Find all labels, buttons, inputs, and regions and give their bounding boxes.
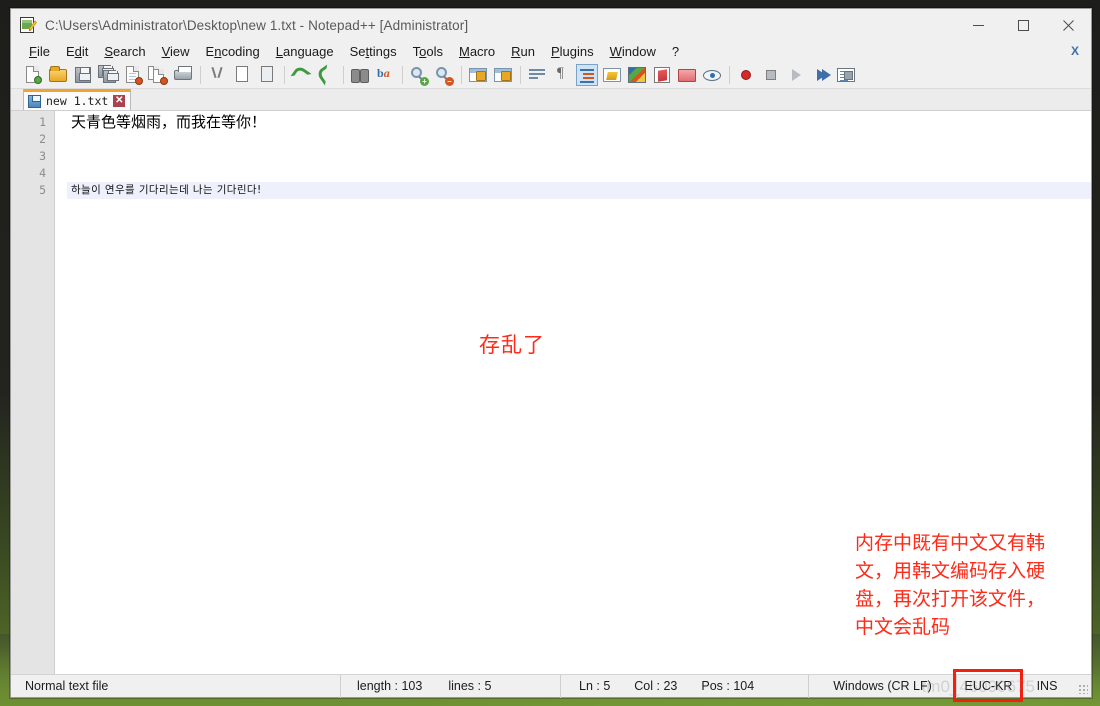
toolbar-separator	[343, 66, 344, 84]
line-number: 2	[39, 132, 46, 146]
status-insert-mode[interactable]: INS	[1021, 675, 1073, 698]
window-controls	[956, 9, 1091, 41]
record-macro-icon[interactable]	[735, 64, 757, 86]
new-file-icon[interactable]	[22, 64, 44, 86]
editor-line-5-current[interactable]: 하늘이 연우를 기다리는데 나는 기다린다!	[67, 182, 1091, 199]
sync-horizontal-scroll-icon[interactable]	[492, 64, 514, 86]
line-number: 5	[39, 183, 46, 197]
stop-macro-icon[interactable]	[760, 64, 782, 86]
function-list-icon[interactable]	[626, 64, 648, 86]
toolbar-separator	[402, 66, 403, 84]
menu-item-settings[interactable]: Settings	[342, 41, 405, 62]
document-monitor-icon[interactable]	[701, 64, 723, 86]
status-metrics: length : 103 lines : 5	[341, 674, 561, 698]
fold-margin[interactable]	[55, 111, 67, 674]
folder-as-workspace-icon[interactable]	[676, 64, 698, 86]
minimize-icon[interactable]	[956, 9, 1001, 41]
redo-icon[interactable]	[315, 64, 337, 86]
toolbar-separator	[520, 66, 521, 84]
status-encoding-label: EUC-KR	[964, 679, 1013, 693]
menu-item-plugins[interactable]: Plugins	[543, 41, 602, 62]
menu-item-edit[interactable]: Edit	[58, 41, 96, 62]
editor-line-3[interactable]	[67, 148, 1091, 165]
status-ln: Ln : 5	[579, 679, 611, 693]
undo-icon[interactable]	[290, 64, 312, 86]
copy-icon[interactable]	[231, 64, 253, 86]
close-all-files-icon[interactable]	[147, 64, 169, 86]
annotation-explanation: 内存中既有中文又有韩文，用韩文编码存入硬盘，再次打开该文件，中文会乱码	[855, 532, 1046, 638]
close-file-icon[interactable]	[122, 64, 144, 86]
menu-item-run[interactable]: Run	[503, 41, 543, 62]
tab-label: new 1.txt	[46, 94, 109, 108]
menu-item-tools[interactable]: Tools	[405, 41, 451, 62]
maximize-icon[interactable]	[1001, 9, 1046, 41]
line-number: 1	[39, 115, 46, 129]
play-macro-icon[interactable]	[785, 64, 807, 86]
toolbar-separator	[284, 66, 285, 84]
toolbar-separator	[200, 66, 201, 84]
sync-vertical-scroll-icon[interactable]	[467, 64, 489, 86]
menu-item-search[interactable]: Search	[96, 41, 153, 62]
open-file-icon[interactable]	[47, 64, 69, 86]
close-document-icon[interactable]: X	[1067, 43, 1083, 59]
status-encoding[interactable]: EUC-KR	[953, 668, 1023, 702]
status-length: length : 103	[357, 679, 423, 693]
status-caret-position: Ln : 5 Col : 23 Pos : 104	[561, 674, 809, 698]
word-wrap-icon[interactable]	[526, 64, 548, 86]
notepad-plus-plus-window: C:\Users\Administrator\Desktop\new 1.txt…	[10, 8, 1092, 702]
save-icon[interactable]	[72, 64, 94, 86]
run-macro-multiple-icon[interactable]	[810, 64, 832, 86]
window-title: C:\Users\Administrator\Desktop\new 1.txt…	[45, 17, 469, 33]
tab-close-icon[interactable]: ✕	[113, 95, 126, 107]
find-icon[interactable]	[349, 64, 371, 86]
toolbar-separator	[729, 66, 730, 84]
status-lines: lines : 5	[448, 679, 492, 693]
zoom-in-icon[interactable]: +	[408, 64, 430, 86]
save-macro-icon[interactable]	[835, 64, 857, 86]
close-icon[interactable]	[1046, 9, 1091, 41]
save-all-icon[interactable]	[97, 64, 119, 86]
indent-guide-icon[interactable]	[576, 64, 598, 86]
menu-item-help[interactable]: ?	[664, 41, 687, 62]
menu-item-encoding[interactable]: Encoding	[198, 41, 268, 62]
tab-bar: new 1.txt ✕	[11, 89, 1091, 111]
line-number-gutter: 1 2 3 4 5	[11, 111, 55, 674]
toolbar: ba + – ¶	[11, 62, 1091, 89]
tab-new-1-txt[interactable]: new 1.txt ✕	[23, 89, 132, 110]
document-map-icon[interactable]	[651, 64, 673, 86]
status-pos: Pos : 104	[701, 679, 755, 693]
line-number: 3	[39, 149, 46, 163]
paste-icon[interactable]	[256, 64, 278, 86]
menu-item-view[interactable]: View	[154, 41, 198, 62]
editor-line-2[interactable]	[67, 131, 1091, 148]
editor-line-4[interactable]	[67, 165, 1091, 182]
status-col: Col : 23	[634, 679, 678, 693]
print-icon[interactable]	[172, 64, 194, 86]
editor-area[interactable]: 1 2 3 4 5 天青色等烟雨，而我在等你！ 하늘이 연우를 기다리는데 나는…	[11, 111, 1091, 674]
cut-icon[interactable]	[206, 64, 228, 86]
zoom-out-icon[interactable]: –	[433, 64, 455, 86]
toolbar-separator	[461, 66, 462, 84]
text-content[interactable]: 天青色等烟雨，而我在等你！ 하늘이 연우를 기다리는데 나는 기다린다! 存乱了…	[67, 111, 1091, 674]
line-number: 4	[39, 166, 46, 180]
title-bar[interactable]: C:\Users\Administrator\Desktop\new 1.txt…	[11, 9, 1091, 41]
unsaved-floppy-icon	[28, 94, 41, 108]
editor-line-1[interactable]: 天青色等烟雨，而我在等你！	[67, 114, 1091, 131]
menu-item-language[interactable]: Language	[268, 41, 342, 62]
status-file-type: Normal text file	[11, 674, 341, 698]
status-eol-format[interactable]: Windows (CR LF)	[809, 674, 957, 698]
menu-item-window[interactable]: Window	[602, 41, 664, 62]
menu-bar: FFileile Edit Search View Encoding Langu…	[11, 41, 1091, 62]
annotation-save-garbled: 存乱了	[479, 333, 545, 357]
show-all-characters-icon[interactable]: ¶	[551, 64, 573, 86]
notepad-plus-plus-icon	[19, 16, 37, 34]
menu-item-file[interactable]: FFileile	[21, 41, 58, 62]
replace-icon[interactable]: ba	[374, 64, 396, 86]
resize-grip[interactable]	[1078, 684, 1088, 694]
status-bar: Normal text file length : 103 lines : 5 …	[11, 668, 1091, 702]
user-defined-language-icon[interactable]	[601, 64, 623, 86]
menu-item-macro[interactable]: Macro	[451, 41, 503, 62]
